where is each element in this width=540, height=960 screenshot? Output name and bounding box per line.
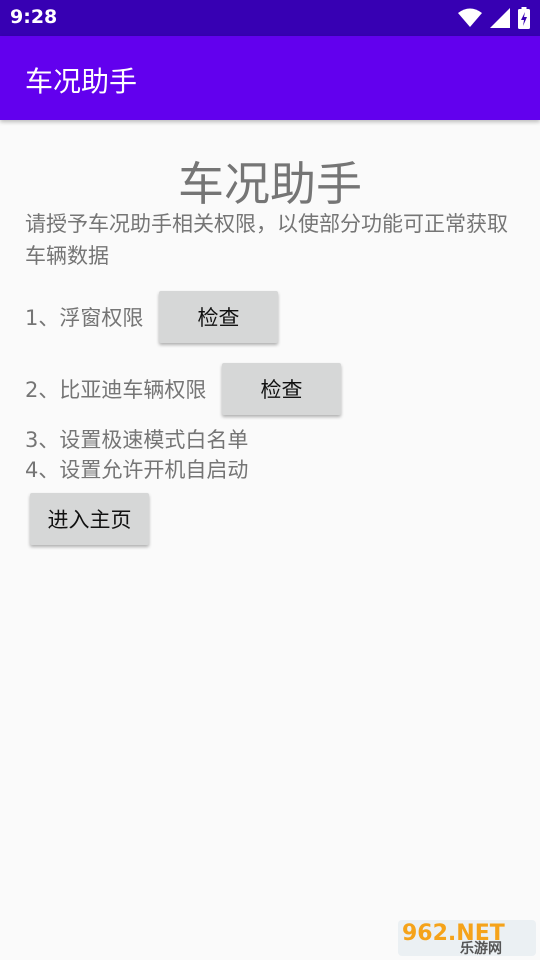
page-title: 车况助手 (178, 157, 362, 211)
status-time: 9:28 (10, 6, 58, 28)
main-content: 车况助手 请授予车况助手相关权限，以使部分功能可正常获取 车辆数据 1、浮窗权限… (0, 120, 540, 960)
wifi-icon (458, 8, 482, 27)
watermark-logo: 962.NET 乐游网 (398, 920, 536, 956)
permission-label-floating-window: 1、浮窗权限 (25, 306, 144, 330)
enter-home-button[interactable]: 进入主页 (30, 493, 149, 545)
check-floating-window-button[interactable]: 检查 (159, 291, 278, 343)
battery-icon (518, 7, 530, 29)
app-bar: 车况助手 (0, 36, 540, 120)
permission-label-byd-vehicle: 2、比亚迪车辆权限 (25, 378, 207, 402)
status-icons (458, 7, 530, 29)
status-bar: 9:28 (0, 0, 540, 36)
permission-label-speed-mode-whitelist: 3、设置极速模式白名单 (25, 428, 249, 452)
check-byd-vehicle-button[interactable]: 检查 (222, 363, 341, 415)
permission-label-auto-start: 4、设置允许开机自启动 (25, 458, 249, 482)
intro-line-2: 车辆数据 (25, 244, 109, 268)
intro-line-1: 请授予车况助手相关权限，以使部分功能可正常获取 (25, 212, 508, 236)
intro-text: 请授予车况助手相关权限，以使部分功能可正常获取 车辆数据 (25, 208, 515, 272)
app-bar-title: 车况助手 (25, 65, 138, 98)
watermark-site: 乐游网 (460, 940, 502, 956)
signal-icon (490, 8, 510, 28)
